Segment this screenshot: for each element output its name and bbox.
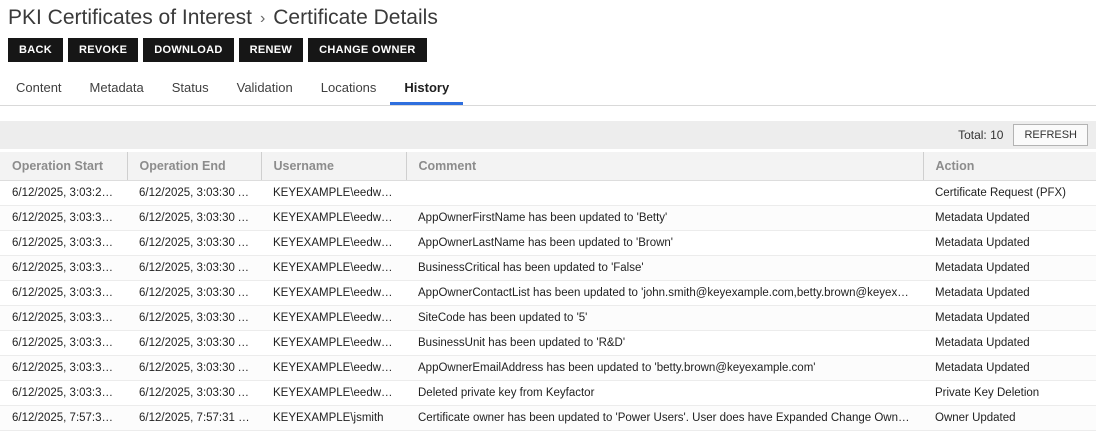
table-cell: 6/12/2025, 3:03:30 AM (127, 206, 261, 231)
table-cell: Deleted private key from Keyfactor (406, 381, 923, 406)
table-cell: AppOwnerContactList has been updated to … (406, 281, 923, 306)
action-button-renew[interactable]: RENEW (239, 38, 303, 62)
column-header-action[interactable]: Action (923, 152, 1096, 181)
table-cell: 6/12/2025, 3:03:30 AM (127, 281, 261, 306)
tab-metadata[interactable]: Metadata (76, 72, 158, 105)
history-table-body: 6/12/2025, 3:03:29 AM6/12/2025, 3:03:30 … (0, 181, 1096, 431)
table-cell: 6/12/2025, 7:57:31 PM (0, 406, 127, 431)
action-button-download[interactable]: DOWNLOAD (143, 38, 233, 62)
table-cell: 6/12/2025, 3:03:30 AM (0, 206, 127, 231)
action-button-revoke[interactable]: REVOKE (68, 38, 138, 62)
table-row[interactable]: 6/12/2025, 3:03:30 AM6/12/2025, 3:03:30 … (0, 281, 1096, 306)
table-cell: 6/12/2025, 3:03:30 AM (0, 256, 127, 281)
table-cell: 6/12/2025, 3:03:30 AM (0, 281, 127, 306)
table-cell: 6/12/2025, 3:03:30 AM (0, 231, 127, 256)
page-header: PKI Certificates of Interest › Certifica… (0, 0, 1096, 32)
table-row[interactable]: 6/12/2025, 3:03:30 AM6/12/2025, 3:03:30 … (0, 256, 1096, 281)
breadcrumb-primary: PKI Certificates of Interest (8, 6, 252, 30)
column-header-operation-end[interactable]: Operation End (127, 152, 261, 181)
breadcrumb-separator-icon: › (252, 10, 273, 28)
tab-bar: ContentMetadataStatusValidationLocations… (0, 72, 1096, 106)
table-row[interactable]: 6/12/2025, 7:57:31 PM6/12/2025, 7:57:31 … (0, 406, 1096, 431)
table-cell: 6/12/2025, 7:57:31 PM (127, 406, 261, 431)
table-cell (406, 181, 923, 206)
tab-history[interactable]: History (390, 72, 463, 105)
table-cell: KEYEXAMPLE\eedwards (261, 331, 406, 356)
action-button-row: BACKREVOKEDOWNLOADRENEWCHANGE OWNER (0, 32, 1096, 64)
table-row[interactable]: 6/12/2025, 3:03:30 AM6/12/2025, 3:03:30 … (0, 381, 1096, 406)
table-cell: SiteCode has been updated to '5' (406, 306, 923, 331)
table-cell: 6/12/2025, 3:03:30 AM (127, 331, 261, 356)
table-cell: KEYEXAMPLE\eedwards (261, 181, 406, 206)
table-row[interactable]: 6/12/2025, 3:03:30 AM6/12/2025, 3:03:30 … (0, 356, 1096, 381)
table-cell: 6/12/2025, 3:03:30 AM (0, 356, 127, 381)
column-header-comment[interactable]: Comment (406, 152, 923, 181)
table-cell: KEYEXAMPLE\eedwards (261, 206, 406, 231)
table-cell: KEYEXAMPLE\eedwards (261, 256, 406, 281)
table-cell: KEYEXAMPLE\eedwards (261, 356, 406, 381)
column-header-operation-start[interactable]: Operation Start (0, 152, 127, 181)
table-cell: KEYEXAMPLE\eedwards (261, 381, 406, 406)
breadcrumb: PKI Certificates of Interest › Certifica… (8, 6, 1088, 30)
table-cell: AppOwnerFirstName has been updated to 'B… (406, 206, 923, 231)
table-cell: 6/12/2025, 3:03:30 AM (0, 381, 127, 406)
table-cell: BusinessCritical has been updated to 'Fa… (406, 256, 923, 281)
table-cell: Metadata Updated (923, 306, 1096, 331)
table-cell: AppOwnerLastName has been updated to 'Br… (406, 231, 923, 256)
tab-content[interactable]: Content (2, 72, 76, 105)
table-cell: Owner Updated (923, 406, 1096, 431)
table-cell: 6/12/2025, 3:03:30 AM (0, 306, 127, 331)
table-row[interactable]: 6/12/2025, 3:03:29 AM6/12/2025, 3:03:30 … (0, 181, 1096, 206)
table-row[interactable]: 6/12/2025, 3:03:30 AM6/12/2025, 3:03:30 … (0, 306, 1096, 331)
table-cell: AppOwnerEmailAddress has been updated to… (406, 356, 923, 381)
table-cell: Metadata Updated (923, 231, 1096, 256)
total-count-label: Total: 10 (958, 128, 1003, 142)
table-row[interactable]: 6/12/2025, 3:03:30 AM6/12/2025, 3:03:30 … (0, 331, 1096, 356)
table-cell: 6/12/2025, 3:03:30 AM (127, 306, 261, 331)
table-cell: 6/12/2025, 3:03:30 AM (127, 256, 261, 281)
table-cell: Metadata Updated (923, 356, 1096, 381)
table-cell: 6/12/2025, 3:03:30 AM (127, 381, 261, 406)
table-cell: 6/12/2025, 3:03:30 AM (0, 331, 127, 356)
grid-toolbar: Total: 10 REFRESH (0, 121, 1096, 149)
tab-locations[interactable]: Locations (307, 72, 391, 105)
table-row[interactable]: 6/12/2025, 3:03:30 AM6/12/2025, 3:03:30 … (0, 231, 1096, 256)
table-cell: KEYEXAMPLE\eedwards (261, 281, 406, 306)
tab-status[interactable]: Status (158, 72, 223, 105)
table-cell: Metadata Updated (923, 331, 1096, 356)
column-header-username[interactable]: Username (261, 152, 406, 181)
table-cell: BusinessUnit has been updated to 'R&D' (406, 331, 923, 356)
table-cell: 6/12/2025, 3:03:30 AM (127, 181, 261, 206)
table-cell: Metadata Updated (923, 256, 1096, 281)
page-title: Certificate Details (273, 6, 438, 30)
table-cell: Metadata Updated (923, 206, 1096, 231)
table-cell: 6/12/2025, 3:03:30 AM (127, 231, 261, 256)
refresh-button[interactable]: REFRESH (1013, 124, 1088, 146)
tab-validation[interactable]: Validation (223, 72, 307, 105)
table-row[interactable]: 6/12/2025, 3:03:30 AM6/12/2025, 3:03:30 … (0, 206, 1096, 231)
table-cell: KEYEXAMPLE\jsmith (261, 406, 406, 431)
table-cell: Certificate Request (PFX) (923, 181, 1096, 206)
table-cell: 6/12/2025, 3:03:29 AM (0, 181, 127, 206)
table-cell: KEYEXAMPLE\eedwards (261, 231, 406, 256)
table-cell: Metadata Updated (923, 281, 1096, 306)
history-table: Operation StartOperation EndUsernameComm… (0, 152, 1096, 431)
history-table-header-row: Operation StartOperation EndUsernameComm… (0, 152, 1096, 181)
table-cell: 6/12/2025, 3:03:30 AM (127, 356, 261, 381)
action-button-change-owner[interactable]: CHANGE OWNER (308, 38, 427, 62)
table-cell: Certificate owner has been updated to 'P… (406, 406, 923, 431)
table-cell: KEYEXAMPLE\eedwards (261, 306, 406, 331)
action-button-back[interactable]: BACK (8, 38, 63, 62)
table-cell: Private Key Deletion (923, 381, 1096, 406)
